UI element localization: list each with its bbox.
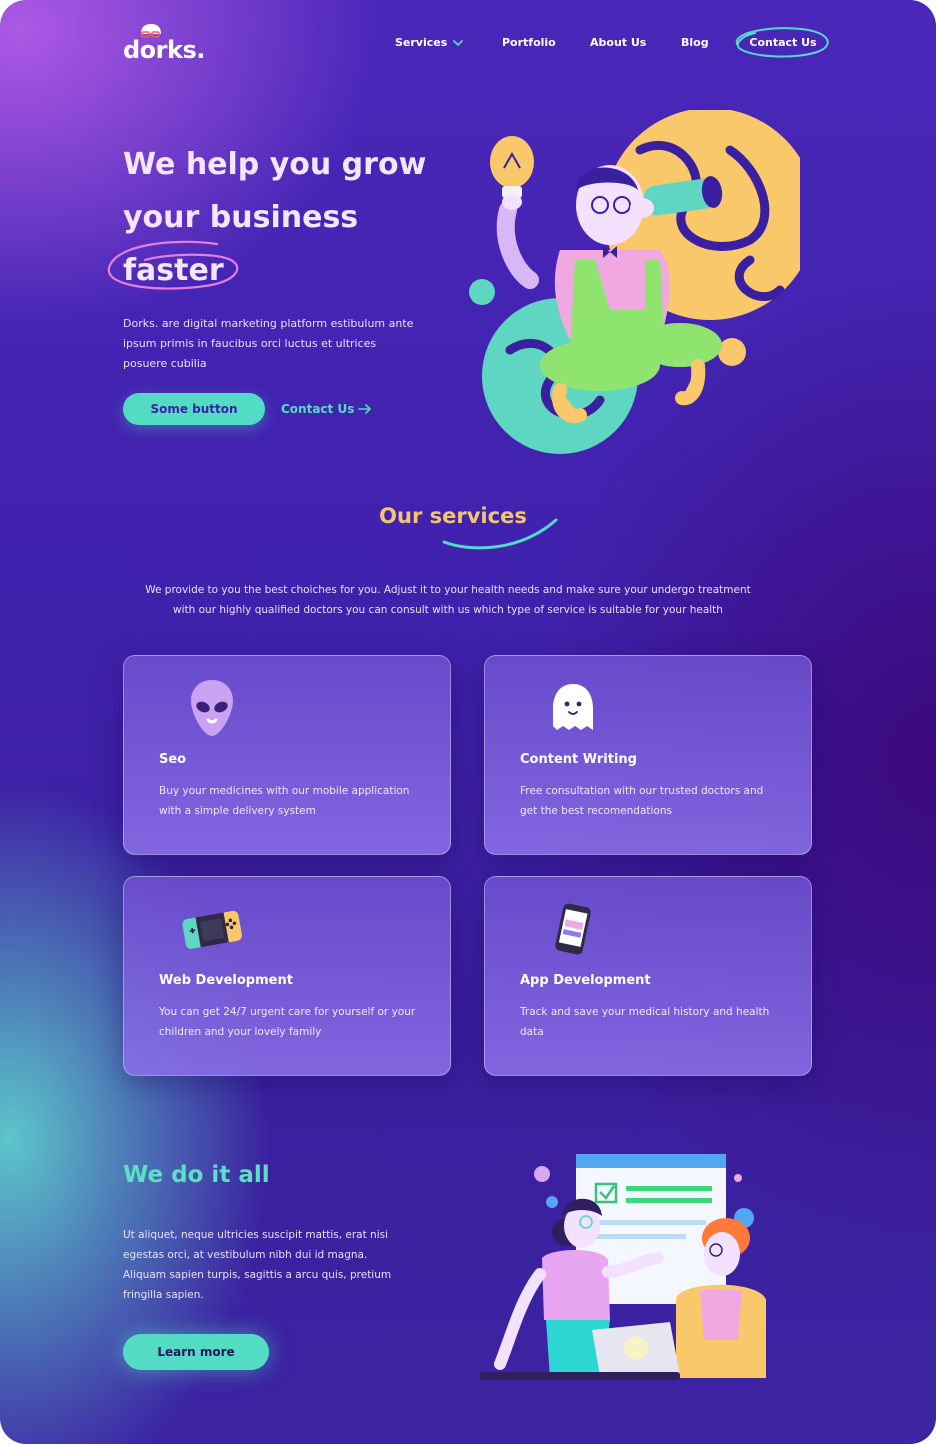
card-text: Track and save your medical history and … bbox=[520, 1006, 770, 1038]
service-card-web-development[interactable]: Web Development You can get 24/7 urgent … bbox=[123, 876, 451, 1076]
nav-blog[interactable]: Blog bbox=[681, 36, 709, 49]
nav-services[interactable]: Services bbox=[395, 36, 464, 49]
nav-contact-label: Contact Us bbox=[749, 35, 817, 49]
hero-title-line-2: your business bbox=[123, 200, 359, 235]
card-title: Web Development bbox=[159, 973, 293, 988]
team-illustration bbox=[480, 1154, 766, 1380]
services-description: We provide to you the best choiches for … bbox=[145, 584, 751, 616]
service-card-app-development[interactable]: App Development Track and save your medi… bbox=[484, 876, 812, 1076]
hero-title-line-3: faster bbox=[107, 240, 239, 297]
logo-text: dorks. bbox=[123, 36, 205, 64]
service-card-seo[interactable]: Seo Buy your medicines with our mobile a… bbox=[123, 655, 451, 855]
learn-more-button[interactable]: Learn more bbox=[123, 1334, 269, 1370]
card-text: You can get 24/7 urgent care for yoursel… bbox=[159, 1006, 416, 1038]
hero-title-faster: faster bbox=[123, 253, 224, 288]
page: dorks. Services Portfolio About Us Blog … bbox=[0, 0, 936, 1444]
service-card-content-writing[interactable]: Content Writing Free consultation with o… bbox=[484, 655, 812, 855]
card-title: Seo bbox=[159, 752, 187, 767]
nav-about-us[interactable]: About Us bbox=[590, 36, 646, 49]
arrow-right-icon bbox=[358, 404, 372, 414]
card-title: Content Writing bbox=[520, 752, 637, 767]
card-text: Buy your medicines with our mobile appli… bbox=[159, 785, 410, 817]
card-title: App Development bbox=[520, 973, 651, 988]
hero-description: Dorks. are digital marketing platform es… bbox=[123, 317, 414, 370]
alien-icon bbox=[190, 680, 234, 736]
doall-description: Ut aliquet, neque ultricies suscipit mat… bbox=[123, 1229, 392, 1301]
hero-contact-link[interactable]: Contact Us bbox=[281, 402, 372, 416]
ghost-icon bbox=[553, 684, 593, 730]
hero-illustration bbox=[469, 110, 800, 454]
hero-contact-label: Contact Us bbox=[281, 402, 355, 416]
phone-icon bbox=[555, 903, 591, 955]
nav-services-label: Services bbox=[395, 36, 448, 49]
services-underline-icon bbox=[442, 518, 558, 550]
hero-title-line-1: We help you grow bbox=[123, 147, 427, 182]
some-button[interactable]: Some button bbox=[123, 393, 265, 425]
card-text: Free consultation with our trusted docto… bbox=[520, 785, 764, 817]
nav-contact-us-button[interactable]: Contact Us bbox=[731, 24, 835, 60]
hero-title: We help you grow your business faster bbox=[107, 138, 463, 297]
nav-portfolio[interactable]: Portfolio bbox=[502, 36, 556, 49]
logo[interactable]: dorks. bbox=[123, 22, 205, 66]
doall-title: We do it all bbox=[123, 1162, 270, 1188]
chevron-down-icon bbox=[453, 39, 464, 46]
game-console-icon bbox=[182, 910, 242, 949]
